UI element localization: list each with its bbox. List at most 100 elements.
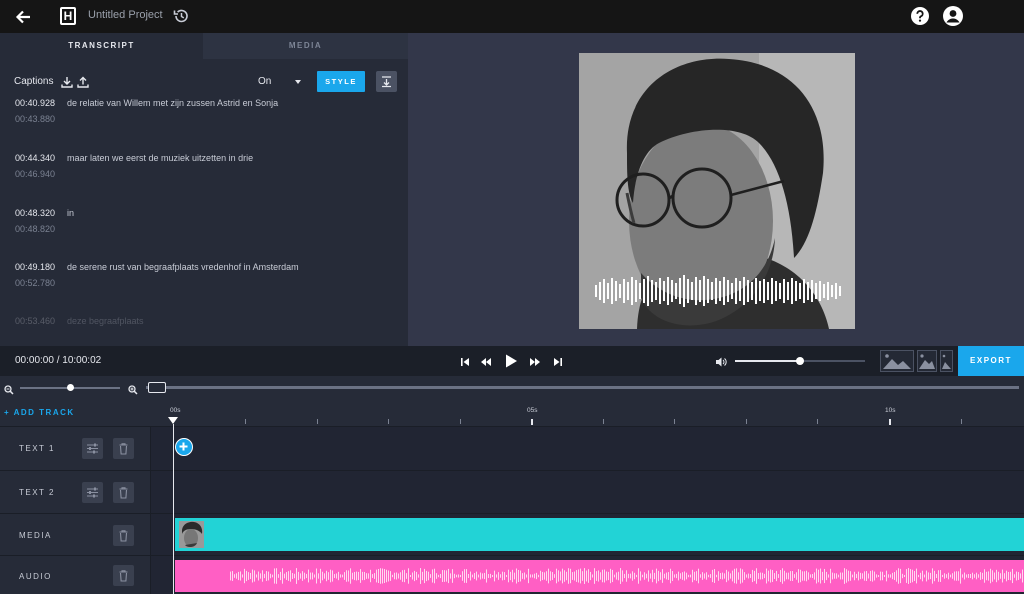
help-icon[interactable] (910, 6, 930, 26)
tab-transcript[interactable]: TRANSCRIPT (0, 33, 203, 59)
upload-icon[interactable] (77, 75, 89, 88)
chevron-down-icon (295, 80, 301, 84)
skip-end-icon[interactable] (552, 355, 564, 367)
track-delete-button[interactable] (113, 438, 134, 459)
audio-waveform (230, 568, 1023, 584)
track-settings-button[interactable] (82, 482, 103, 503)
timeline-zoom-bar (0, 376, 1024, 400)
play-icon[interactable] (503, 353, 519, 369)
track-delete-button[interactable] (113, 565, 134, 586)
caption-text[interactable]: deze begraafplaats (67, 316, 144, 326)
zoom-in-icon[interactable] (128, 382, 138, 395)
landscape-image-icon (883, 354, 911, 369)
zoom-out-icon[interactable] (4, 382, 14, 395)
trash-icon (119, 570, 128, 582)
plus-icon (179, 442, 188, 451)
ruler-tick (817, 419, 818, 424)
audio-clip[interactable] (175, 560, 1024, 592)
rewind-icon[interactable] (480, 355, 492, 367)
ruler-tick (460, 419, 461, 424)
download-icon[interactable] (61, 75, 73, 88)
project-title[interactable]: Untitled Project (88, 9, 163, 21)
align-bottom-button[interactable] (376, 71, 397, 92)
align-bottom-icon (382, 76, 391, 88)
trash-icon (119, 443, 128, 455)
track-delete-button[interactable] (113, 525, 134, 546)
track-audio: AUDIO (0, 555, 1024, 594)
track-label: MEDIA (19, 531, 52, 540)
ruler-tick (746, 419, 747, 424)
trash-icon (119, 487, 128, 499)
playback-control-bar: 00:00:00 / 10:00:02 EXPORT (0, 346, 1024, 376)
video-frame[interactable] (579, 53, 855, 329)
style-button[interactable]: STYLE (317, 71, 365, 92)
square-image-icon (919, 354, 935, 369)
playhead[interactable] (173, 424, 174, 594)
ruler-tick-major (889, 419, 891, 425)
trash-icon (119, 530, 128, 542)
track-label: TEXT 2 (19, 488, 55, 497)
add-text-clip-button[interactable] (175, 438, 193, 456)
caption-text[interactable]: in (67, 208, 74, 218)
portrait-image-icon (942, 354, 951, 369)
captions-label: Captions (14, 76, 54, 87)
account-icon[interactable] (942, 5, 964, 27)
caption-start-time[interactable]: 00:44.340 (15, 153, 55, 163)
app-logo[interactable]: H (60, 7, 76, 25)
volume-icon[interactable] (715, 355, 727, 367)
timecode: 00:00:00 / 10:00:02 (15, 355, 102, 366)
ruler-tick (674, 419, 675, 424)
ruler-tick (388, 419, 389, 424)
fast-forward-icon[interactable] (529, 355, 541, 367)
top-bar: H Untitled Project (0, 0, 1024, 33)
track-text-2: TEXT 2 (0, 470, 1024, 513)
timeline: + ADD TRACK 00s 05s 10s TEXT 1 TEXT 2 ME… (0, 400, 1024, 594)
caption-start-time[interactable]: 00:40.928 (15, 98, 55, 108)
caption-text[interactable]: de serene rust van begraafplaats vredenh… (67, 262, 299, 272)
caption-end-time[interactable]: 00:52.780 (15, 278, 55, 288)
add-track-button[interactable]: + ADD TRACK (4, 408, 75, 417)
media-clip-thumbnail (179, 521, 204, 548)
captions-select-value: On (258, 76, 272, 87)
caption-start-time[interactable]: 00:53.460 (15, 316, 55, 326)
tab-media[interactable]: MEDIA (203, 33, 408, 59)
volume-fill (735, 360, 800, 362)
caption-start-time[interactable]: 00:49.180 (15, 262, 55, 272)
captions-toggle-select[interactable]: On (253, 73, 307, 91)
track-text-1: TEXT 1 (0, 426, 1024, 470)
skip-start-icon[interactable] (459, 355, 471, 367)
zoom-slider[interactable] (20, 384, 120, 391)
track-lane[interactable] (150, 427, 1024, 470)
caption-end-time[interactable]: 00:48.820 (15, 224, 55, 234)
export-button[interactable]: EXPORT (958, 346, 1024, 376)
caption-text[interactable]: maar laten we eerst de muziek uitzetten … (67, 153, 253, 163)
caption-text[interactable]: de relatie van Willem met zijn zussen As… (67, 98, 278, 108)
caption-end-time[interactable]: 00:46.940 (15, 169, 55, 179)
timeline-scrollbar[interactable] (146, 386, 1019, 389)
track-delete-button[interactable] (113, 482, 134, 503)
back-arrow-icon[interactable] (14, 8, 32, 26)
video-preview (408, 33, 1024, 346)
ruler-label: 00s (170, 407, 181, 414)
volume-slider[interactable] (735, 357, 865, 365)
timeline-scroll-thumb[interactable] (148, 382, 166, 393)
caption-start-time[interactable]: 00:48.320 (15, 208, 55, 218)
portrait-image (579, 53, 855, 329)
layout-landscape-button[interactable] (880, 350, 914, 372)
track-label: TEXT 1 (19, 444, 55, 453)
volume-knob[interactable] (796, 357, 804, 365)
layout-square-button[interactable] (917, 350, 937, 372)
ruler-tick (245, 419, 246, 424)
ruler-label: 05s (527, 407, 538, 414)
playhead-handle[interactable] (168, 417, 178, 424)
track-lane[interactable] (150, 471, 1024, 513)
track-settings-button[interactable] (82, 438, 103, 459)
layout-portrait-button[interactable] (940, 350, 953, 372)
media-clip[interactable] (175, 518, 1024, 551)
zoom-knob[interactable] (66, 384, 74, 391)
timeline-ruler[interactable]: 00s 05s 10s (150, 400, 1024, 426)
caption-end-time[interactable]: 00:43.880 (15, 114, 55, 124)
history-icon[interactable] (172, 7, 190, 25)
sliders-icon (87, 443, 98, 454)
ruler-tick (603, 419, 604, 424)
